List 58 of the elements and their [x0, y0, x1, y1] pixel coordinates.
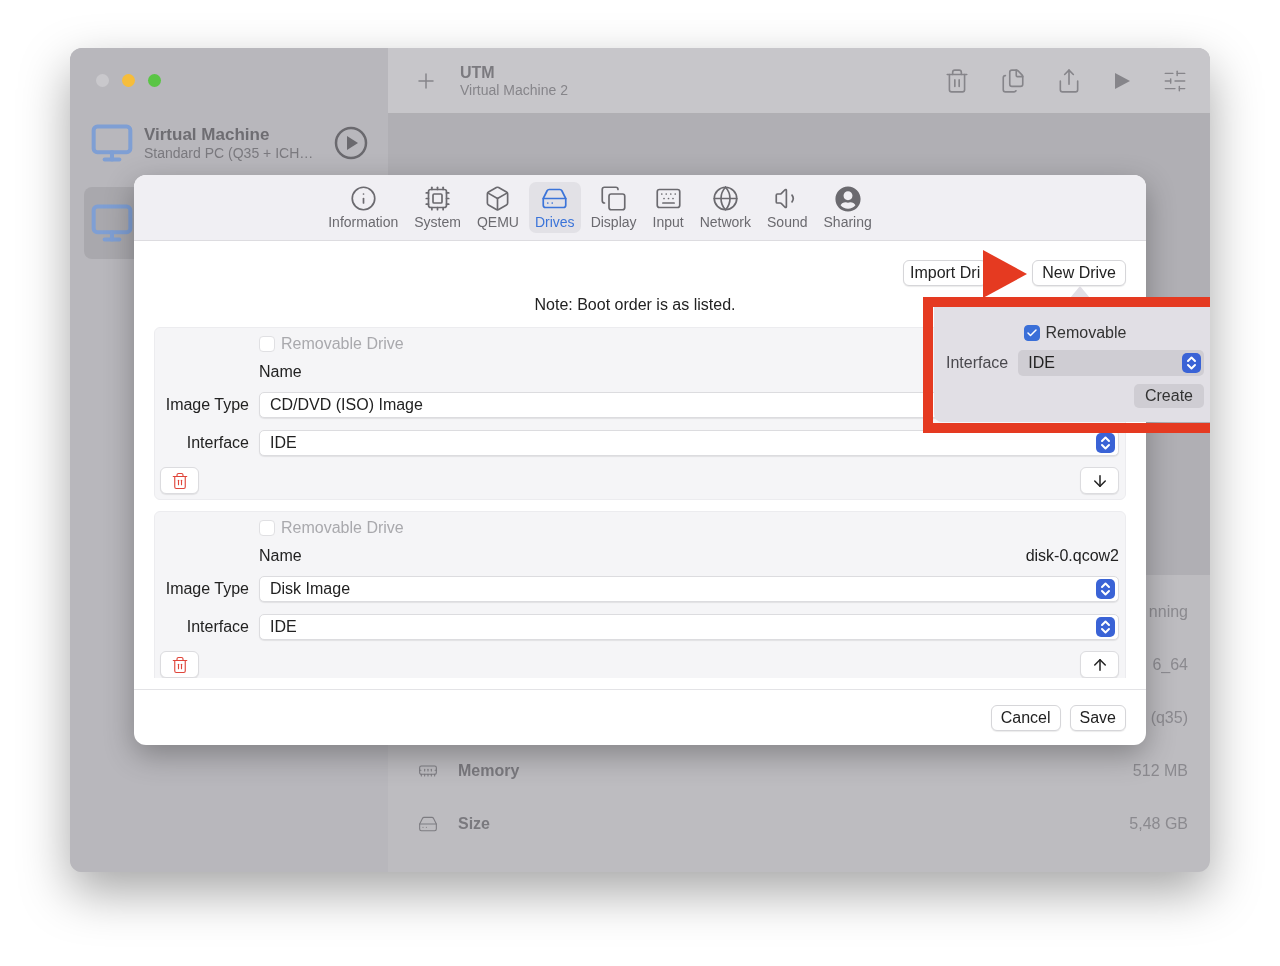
stepper-icon: [1096, 617, 1115, 637]
zoom-light[interactable]: [148, 74, 161, 87]
trash-icon: [170, 655, 189, 674]
settings-tab[interactable]: Sharing: [817, 182, 878, 233]
boot-order-note: Note: Boot order is as listed.: [533, 296, 737, 314]
removable-label: Removable Drive: [281, 519, 404, 537]
settings-tab[interactable]: Information: [322, 182, 405, 233]
info-icon: [349, 185, 377, 212]
monitor-icon: [90, 201, 134, 245]
copy-icon[interactable]: [1000, 67, 1026, 94]
settings-tab[interactable]: Drives: [528, 182, 581, 233]
play-icon[interactable]: [1112, 70, 1132, 91]
vm-description: Standard PC (Q35 + ICH…: [144, 145, 315, 161]
save-button[interactable]: Save: [1069, 704, 1126, 731]
interface-select[interactable]: IDE: [1018, 350, 1204, 376]
chip-icon: [424, 185, 452, 212]
move-down-button[interactable]: [1080, 467, 1119, 494]
settings-tab[interactable]: Network: [693, 182, 758, 233]
globe-icon: [711, 185, 739, 212]
settings-tab[interactable]: Sound: [761, 182, 814, 233]
stepper-icon: [1096, 433, 1115, 453]
create-button[interactable]: Create: [1133, 384, 1204, 408]
stepper-icon: [1096, 579, 1115, 599]
windows-icon: [600, 185, 628, 212]
monitor-icon: [90, 121, 134, 165]
removable-label: Removable Drive: [281, 335, 404, 353]
interface-label: Interface: [185, 618, 249, 636]
delete-button[interactable]: [160, 467, 199, 494]
image-type-label: Image Type: [164, 580, 249, 598]
interface-label: Interface: [185, 434, 249, 452]
move-up-button[interactable]: [1080, 651, 1119, 678]
delete-button[interactable]: [160, 651, 199, 678]
user-icon: [834, 185, 861, 212]
removable-label: Removable: [1045, 324, 1127, 342]
drive-name: disk-0.qcow2: [1025, 547, 1119, 565]
trash-icon: [170, 471, 189, 490]
removable-checkbox[interactable]: [1023, 325, 1040, 341]
window-subtitle: Virtual Machine 2: [460, 81, 569, 98]
stepper-icon: [1182, 353, 1201, 373]
settings-tab[interactable]: System: [408, 182, 467, 233]
play-circle-icon[interactable]: [334, 126, 368, 160]
cancel-button[interactable]: Cancel: [990, 704, 1061, 731]
image-type-label: Image Type: [164, 396, 249, 414]
vm-name: Virtual Machine: [144, 125, 271, 145]
detail-label: Size: [458, 814, 491, 833]
checkmark-icon: [1025, 327, 1038, 339]
new-drive-button[interactable]: New Drive: [1032, 260, 1126, 286]
name-label: Name: [259, 547, 302, 565]
app-title: UTM: [460, 63, 496, 82]
settings-tab[interactable]: Input: [646, 182, 690, 233]
settings-tab[interactable]: QEMU: [470, 182, 525, 233]
settings-tab[interactable]: Display: [584, 182, 643, 233]
minimize-light[interactable]: [122, 74, 135, 87]
interface-label: Interface: [946, 354, 1009, 372]
detail-label: Memory: [458, 761, 521, 780]
trash-icon[interactable]: [944, 67, 970, 94]
annotation-arrow: [983, 250, 1027, 300]
name-label: Name: [259, 363, 302, 381]
